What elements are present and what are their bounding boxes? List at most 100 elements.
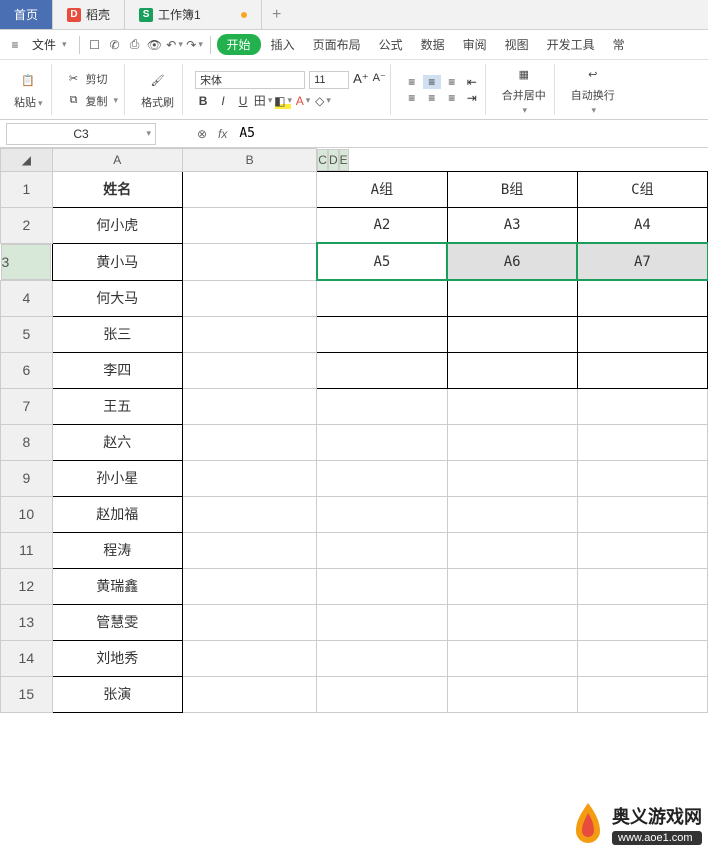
cell[interactable] <box>577 604 707 640</box>
cell[interactable]: 何大马 <box>52 280 182 316</box>
cell[interactable]: A3 <box>447 207 577 243</box>
cell[interactable] <box>182 207 316 243</box>
tab-home[interactable]: 首页 <box>0 0 53 29</box>
font-grow-icon[interactable]: A⁺ <box>353 71 369 89</box>
cell[interactable] <box>317 676 447 712</box>
cell[interactable] <box>577 496 707 532</box>
align-middle[interactable]: ≡ <box>423 75 441 89</box>
cell[interactable] <box>317 352 447 388</box>
tab-add-button[interactable]: + <box>262 0 292 29</box>
paste-button[interactable]: 📋 粘贴 <box>10 70 47 110</box>
cell[interactable] <box>317 496 447 532</box>
align-right[interactable]: ≡ <box>443 91 461 105</box>
tab-daoke[interactable]: D 稻壳 <box>53 0 125 29</box>
cell[interactable] <box>182 676 316 712</box>
cell[interactable] <box>577 532 707 568</box>
cell[interactable] <box>182 352 316 388</box>
cell[interactable] <box>577 316 707 352</box>
underline-button[interactable]: U <box>235 93 251 109</box>
wrap-button[interactable]: ↩ 自动换行 <box>567 63 619 116</box>
file-menu[interactable]: 文件 <box>26 36 73 53</box>
row-header[interactable]: 12 <box>1 568 53 604</box>
format-painter-button[interactable]: 🖌 格式刷 <box>137 70 178 110</box>
row-header[interactable]: 4 <box>1 280 53 316</box>
menu-start[interactable]: 开始 <box>217 34 261 55</box>
select-all-corner[interactable]: ◢ <box>1 149 53 172</box>
cell[interactable] <box>182 280 316 316</box>
saveas-icon[interactable]: ✆ <box>106 36 124 54</box>
cell[interactable] <box>317 316 447 352</box>
cell[interactable] <box>182 604 316 640</box>
font-color-button[interactable]: A <box>295 93 311 109</box>
cell[interactable] <box>182 243 316 280</box>
row-header[interactable]: 13 <box>1 604 53 640</box>
row-header[interactable]: 11 <box>1 532 53 568</box>
row-header[interactable]: 14 <box>1 640 53 676</box>
cell[interactable]: 黄小马 <box>52 243 182 280</box>
cell[interactable] <box>317 280 447 316</box>
cell[interactable] <box>447 532 577 568</box>
align-top[interactable]: ≡ <box>403 75 421 89</box>
border-button[interactable]: 田 <box>255 93 271 109</box>
fill-color-button[interactable]: ◧ <box>275 93 291 109</box>
cell[interactable]: 张演 <box>52 676 182 712</box>
cell[interactable] <box>182 460 316 496</box>
cell[interactable]: 孙小星 <box>52 460 182 496</box>
merge-button[interactable]: ▦ 合并居中 <box>498 63 550 116</box>
row-header[interactable]: 6 <box>1 352 53 388</box>
copy-button[interactable]: ⧉复制 <box>64 92 121 110</box>
save-icon[interactable]: ☐ <box>86 36 104 54</box>
menu-view[interactable]: 视图 <box>497 36 537 53</box>
cell[interactable] <box>577 424 707 460</box>
cell[interactable] <box>447 316 577 352</box>
menu-pagelayout[interactable]: 页面布局 <box>305 36 369 53</box>
col-header-b[interactable]: B <box>182 149 316 172</box>
cell-active[interactable]: A5 <box>317 243 447 280</box>
font-name-select[interactable]: 宋体 <box>195 71 305 89</box>
cell[interactable] <box>577 640 707 676</box>
cell[interactable]: 张三 <box>52 316 182 352</box>
col-header-e[interactable]: E <box>339 149 349 171</box>
cell[interactable] <box>447 280 577 316</box>
align-center[interactable]: ≡ <box>423 91 441 105</box>
menu-more[interactable]: 常 <box>605 36 633 53</box>
cell[interactable] <box>447 604 577 640</box>
cell[interactable] <box>577 676 707 712</box>
cell[interactable] <box>317 568 447 604</box>
cell[interactable] <box>317 388 447 424</box>
cell[interactable] <box>182 496 316 532</box>
spreadsheet[interactable]: ◢ A B C D E 1 姓名 A组 B组 C组 2 何小虎 A2 A3 A4… <box>0 148 708 713</box>
cell[interactable] <box>447 352 577 388</box>
cell[interactable] <box>577 388 707 424</box>
cell[interactable] <box>182 424 316 460</box>
cell[interactable] <box>447 388 577 424</box>
cell[interactable] <box>317 532 447 568</box>
indent-dec[interactable]: ⇤ <box>463 75 481 89</box>
cell[interactable] <box>447 640 577 676</box>
align-bottom[interactable]: ≡ <box>443 75 461 89</box>
clear-format-button[interactable]: ◇ <box>315 93 331 109</box>
row-header[interactable]: 1 <box>1 171 53 207</box>
row-header[interactable]: 9 <box>1 460 53 496</box>
col-header-c[interactable]: C <box>317 149 328 171</box>
cell[interactable] <box>447 568 577 604</box>
row-header[interactable]: 2 <box>1 207 53 243</box>
cell[interactable]: 管慧雯 <box>52 604 182 640</box>
cell[interactable]: A7 <box>577 243 707 280</box>
font-shrink-icon[interactable]: A⁻ <box>373 71 386 89</box>
cell[interactable]: 何小虎 <box>52 207 182 243</box>
menu-data[interactable]: 数据 <box>413 36 453 53</box>
cell[interactable]: A2 <box>317 207 447 243</box>
row-header[interactable]: 3 <box>1 244 51 280</box>
preview-icon[interactable]: 👁 <box>146 36 164 54</box>
cell[interactable] <box>447 496 577 532</box>
row-header[interactable]: 5 <box>1 316 53 352</box>
cell[interactable] <box>577 352 707 388</box>
print-icon[interactable]: ⎙ <box>126 36 144 54</box>
cell[interactable] <box>182 171 316 207</box>
cell[interactable] <box>182 568 316 604</box>
menu-review[interactable]: 审阅 <box>455 36 495 53</box>
cell[interactable] <box>182 388 316 424</box>
cell[interactable]: 姓名 <box>52 171 182 207</box>
cell[interactable]: A4 <box>577 207 707 243</box>
